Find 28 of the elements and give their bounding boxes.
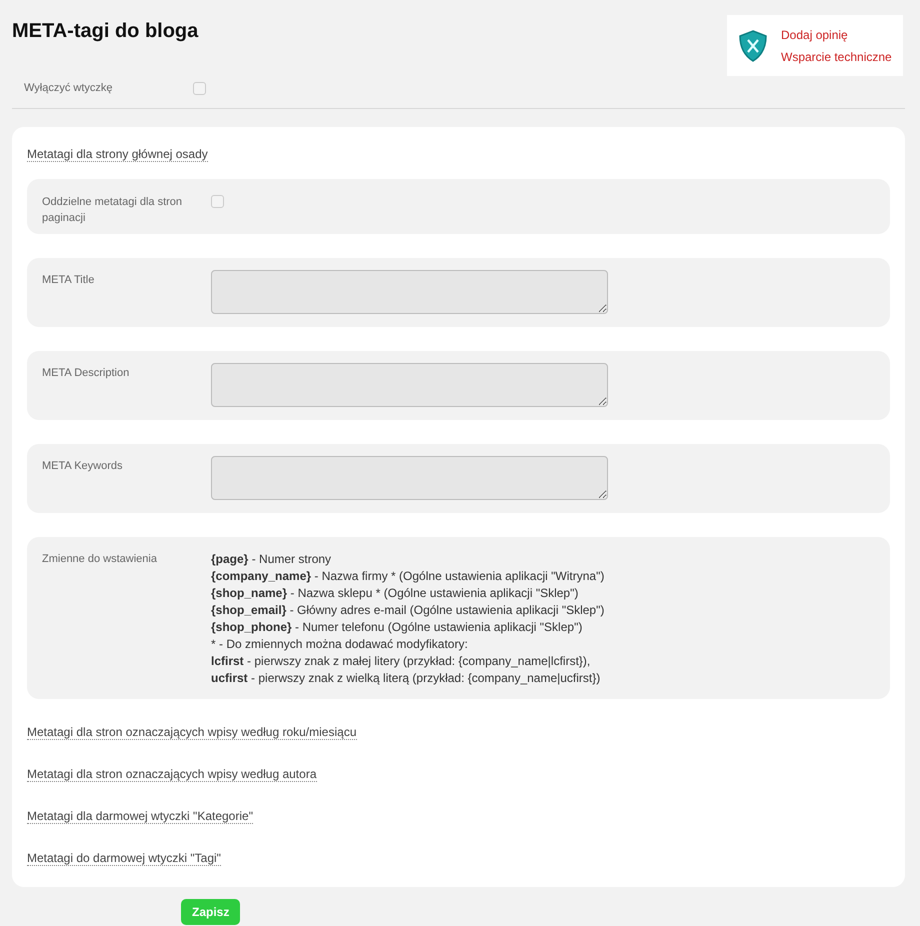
section-link[interactable]: Metatagi dla strony głównej osady: [27, 147, 208, 162]
text-area[interactable]: [211, 363, 608, 407]
variable-line: ucfirst - pierwszy znak z wielką literą (przykład: {company_name|ucfirst}): [211, 670, 602, 687]
field-label: Zmienne do wstawienia: [42, 552, 158, 567]
section-link[interactable]: Metatagi do darmowej wtyczki "Tagi": [27, 851, 221, 866]
field-label: META Description: [42, 366, 130, 381]
section-link[interactable]: Metatagi dla stron oznaczających wpisy według roku/miesiącu: [27, 725, 356, 740]
field-label: Wyłączyć wtyczkę: [24, 81, 114, 96]
checkbox[interactable]: [211, 195, 224, 208]
variable-line: {shop_email} - Główny adres e-mail (Ogólne ustawienia aplikacji "Sklep"): [211, 602, 604, 619]
support-link[interactable]: Wsparcie techniczne: [781, 50, 892, 64]
section-link[interactable]: Metatagi dla stron oznaczających wpisy według autora: [27, 767, 316, 782]
field-label: META Title: [42, 273, 96, 288]
variable-line: lcfirst - pierwszy znak z małej litery (przykład: {company_name|lcfirst}),: [211, 653, 592, 670]
page-title: META-tagi do bloga: [12, 20, 198, 44]
variable-line: {page} - Numer strony: [211, 551, 332, 568]
variable-line: {company_name} - Nazwa firmy * (Ogólne ustawienia aplikacji "Witryna"): [211, 568, 604, 585]
support-link[interactable]: Dodaj opinię: [781, 28, 892, 42]
shield-icon: [739, 30, 767, 62]
field-label: META Keywords: [42, 459, 124, 474]
variable-line: * - Do zmiennych można dodawać modyfikatory:: [211, 636, 469, 653]
text-area[interactable]: [211, 456, 608, 500]
section-link[interactable]: Metatagi dla darmowej wtyczki "Kategorie": [27, 809, 253, 824]
variable-line: {shop_phone} - Numer telefonu (Ogólne ustawienia aplikacji "Sklep"): [211, 619, 584, 636]
checkbox[interactable]: [193, 82, 206, 94]
variable-line: {shop_name} - Nazwa sklepu * (Ogólne ustawienia aplikacji "Sklep"): [211, 585, 580, 602]
text-area[interactable]: [211, 270, 608, 314]
field-label: Oddzielne metatagi dla stron paginacji: [42, 195, 184, 226]
